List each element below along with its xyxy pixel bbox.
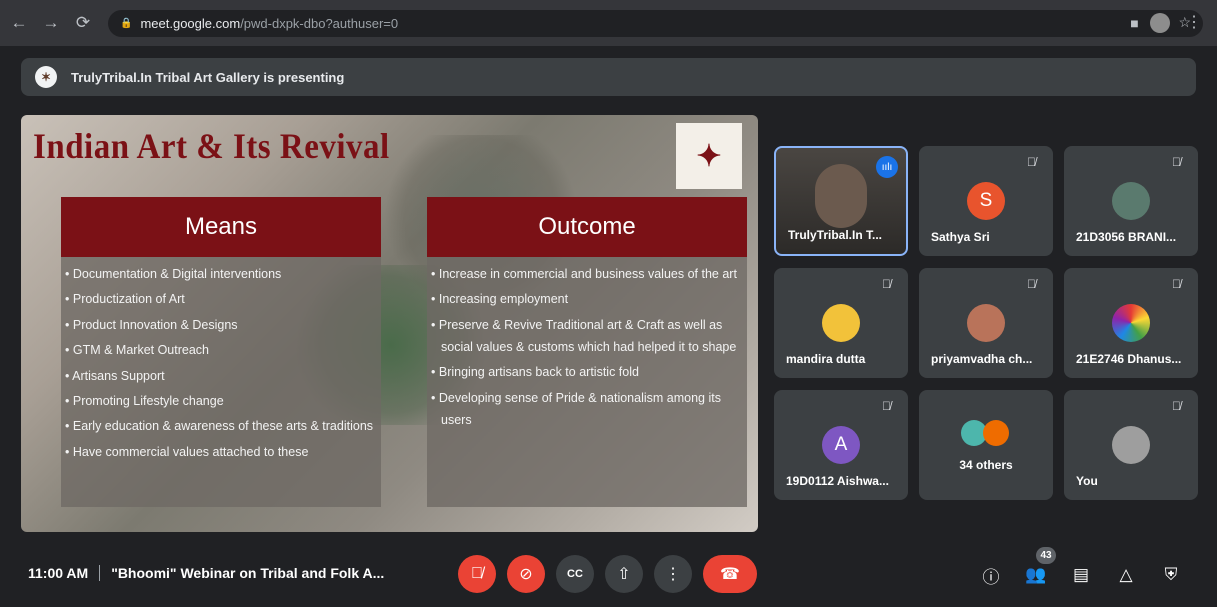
participant-name: 21E2746 Dhanus... <box>1076 352 1182 366</box>
profile-avatar[interactable] <box>1150 13 1170 33</box>
outcome-item: Preserve & Revive Traditional art & Craf… <box>431 314 743 358</box>
url-path: /pwd-dxpk-dbo?authuser=0 <box>240 16 399 31</box>
camera-toggle-button[interactable]: ⊘ <box>507 555 545 593</box>
avatar <box>1112 182 1150 220</box>
avatar-initial: A <box>834 434 848 455</box>
avatar <box>1112 426 1150 464</box>
captions-button[interactable]: CC <box>556 555 594 593</box>
trulytribal-logo: ✦ <box>676 123 742 189</box>
others-count: 34 others <box>959 458 1013 472</box>
avatar <box>822 304 860 342</box>
mic-off-icon: 🎙̸ <box>882 399 891 413</box>
outcome-heading: Outcome <box>427 197 747 257</box>
participant-name: 21D3056 BRANI... <box>1076 230 1177 244</box>
participant-name: priyamvadha ch... <box>931 352 1033 366</box>
present-screen-button[interactable]: ⇧ <box>605 555 643 593</box>
avatar <box>1112 304 1150 342</box>
participant-tile-self[interactable]: 🎙̸ You <box>1064 390 1198 500</box>
reload-icon[interactable]: ⟳ <box>70 10 96 36</box>
speaking-indicator-icon: ıılı <box>876 156 898 178</box>
chat-icon[interactable]: ▤ <box>1069 563 1093 587</box>
url-host: meet.google.com <box>140 16 241 31</box>
meeting-title: "Bhoomi" Webinar on Tribal and Folk A... <box>111 565 385 581</box>
means-item: Productization of Art <box>65 288 377 310</box>
mic-off-icon: 🎙̸ <box>1027 277 1036 291</box>
meeting-info: 11:00 AM "Bhoomi" Webinar on Tribal and … <box>28 565 384 581</box>
mic-off-icon: 🎙̸ <box>882 277 891 291</box>
back-icon[interactable]: ← <box>6 10 32 36</box>
participant-tile[interactable]: 🎙̸ mandira dutta <box>774 268 908 378</box>
participant-name: mandira dutta <box>786 352 866 366</box>
outcome-item: Developing sense of Pride & nationalism … <box>431 387 743 431</box>
end-call-button[interactable]: ☎ <box>703 555 757 593</box>
participant-tile[interactable]: 🎙̸ A 19D0112 Aishwa... <box>774 390 908 500</box>
avatar-initial: S <box>979 190 993 211</box>
activities-icon[interactable]: △ <box>1114 563 1138 587</box>
means-item: Early education & awareness of these art… <box>65 415 377 437</box>
participant-name: TrulyTribal.In T... <box>788 228 883 242</box>
mic-toggle-button[interactable]: 🎙̸ <box>458 555 496 593</box>
means-list: Documentation & Digital interventions Pr… <box>61 257 381 507</box>
divider <box>99 565 101 581</box>
presenting-banner: ✶ TrulyTribal.In Tribal Art Gallery is p… <box>21 58 1196 96</box>
participant-tile[interactable]: 🎙̸ priyamvadha ch... <box>919 268 1053 378</box>
others-avatars <box>961 420 1011 446</box>
means-item: GTM & Market Outreach <box>65 339 377 361</box>
presenter-video <box>815 163 867 228</box>
participant-tile[interactable]: 🎙̸ 21D3056 BRANI... <box>1064 146 1198 256</box>
outcome-item: Increasing employment <box>431 288 743 310</box>
forward-icon[interactable]: → <box>38 10 64 36</box>
means-column: Means Documentation & Digital interventi… <box>61 197 381 507</box>
participant-tile[interactable]: 🎙̸ 21E2746 Dhanus... <box>1064 268 1198 378</box>
participant-tile-presenter[interactable]: ıılı TrulyTribal.In T... <box>774 146 908 256</box>
meeting-controls-bar: 11:00 AM "Bhoomi" Webinar on Tribal and … <box>0 540 1217 607</box>
outcome-item: Increase in commercial and business valu… <box>431 263 743 285</box>
outcome-item: Bringing artisans back to artistic fold <box>431 361 743 383</box>
outcome-list: Increase in commercial and business valu… <box>427 257 747 507</box>
means-item: Product Innovation & Designs <box>65 314 377 336</box>
host-controls-icon[interactable]: ⛨ <box>1159 563 1183 587</box>
others-tile[interactable]: 34 others <box>919 390 1053 500</box>
avatar: S <box>967 182 1005 220</box>
presenting-text: TrulyTribal.In Tribal Art Gallery is pre… <box>71 69 345 85</box>
participant-name: You <box>1076 474 1098 488</box>
browser-toolbar: ← → ⟳ 🔒 meet.google.com/pwd-dxpk-dbo?aut… <box>0 0 1217 46</box>
slide-title: Indian Art & Its Revival <box>33 127 390 167</box>
avatar <box>967 304 1005 342</box>
mic-off-icon: 🎙̸ <box>1027 155 1036 169</box>
camera-icon[interactable]: ■ <box>1130 15 1138 31</box>
mic-off-icon: 🎙̸ <box>1172 277 1181 291</box>
means-item: Have commercial values attached to these <box>65 441 377 463</box>
presenter-logo-icon: ✶ <box>35 66 57 88</box>
lock-icon: 🔒 <box>120 18 133 29</box>
means-item: Documentation & Digital interventions <box>65 263 377 285</box>
participant-name: Sathya Sri <box>931 230 990 244</box>
participant-name: 19D0112 Aishwa... <box>786 474 889 488</box>
more-options-button[interactable]: ⋮ <box>654 555 692 593</box>
browser-menu-icon[interactable]: ⋮ <box>1186 12 1202 32</box>
people-count-badge: 43 <box>1036 547 1056 564</box>
meeting-details-icon[interactable]: ⓘ <box>979 563 1003 587</box>
clock-time: 11:00 AM <box>28 565 89 581</box>
avatar: A <box>822 426 860 464</box>
outcome-column: Outcome Increase in commercial and busin… <box>427 197 747 507</box>
means-item: Artisans Support <box>65 365 377 387</box>
people-icon[interactable]: 👥 <box>1024 563 1048 587</box>
address-bar[interactable]: 🔒 meet.google.com/pwd-dxpk-dbo?authuser=… <box>108 10 1203 37</box>
mic-off-icon: 🎙̸ <box>1172 155 1181 169</box>
mic-off-icon: 🎙̸ <box>1172 399 1181 413</box>
participant-tile[interactable]: 🎙̸ S Sathya Sri <box>919 146 1053 256</box>
means-heading: Means <box>61 197 381 257</box>
means-item: Promoting Lifestyle change <box>65 390 377 412</box>
presentation-slide: Indian Art & Its Revival ✦ Means Documen… <box>21 115 758 532</box>
